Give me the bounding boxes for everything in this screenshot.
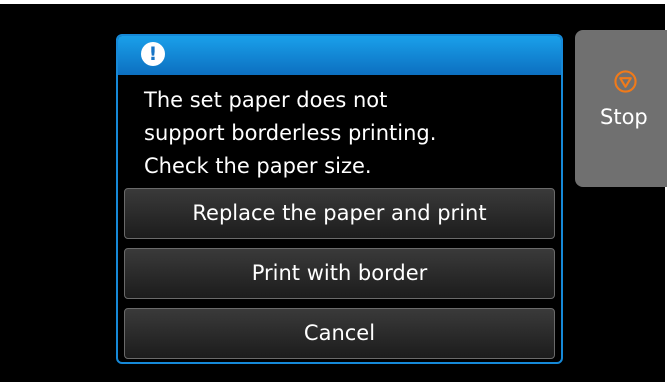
stop-label: Stop (600, 105, 648, 129)
dialog-header: ! (118, 36, 561, 75)
print-with-border-button[interactable]: Print with border (124, 248, 555, 299)
exclamation-alert-icon: ! (141, 42, 165, 66)
message-line: The set paper does not (144, 88, 388, 112)
stop-icon (614, 70, 637, 93)
stop-button[interactable]: Stop (575, 30, 667, 187)
replace-paper-and-print-button[interactable]: Replace the paper and print (124, 188, 555, 239)
message-line: Check the paper size. (144, 154, 372, 178)
dialog-message: The set paper does not support borderles… (144, 84, 544, 183)
cancel-button[interactable]: Cancel (124, 308, 555, 359)
error-dialog: ! The set paper does not support borderl… (116, 34, 563, 364)
printer-screen: ! The set paper does not support borderl… (0, 4, 667, 382)
message-line: support borderless printing. (144, 121, 437, 145)
